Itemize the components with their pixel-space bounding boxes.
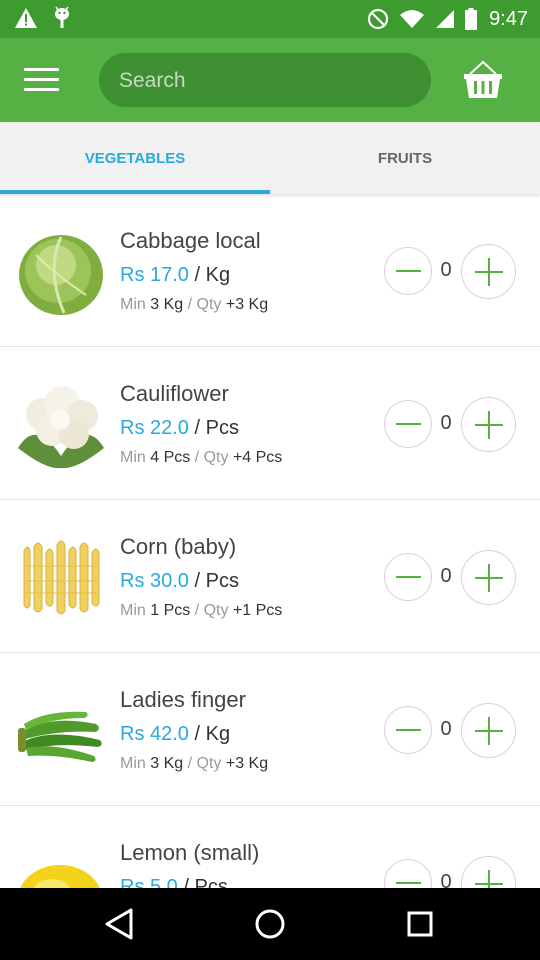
quantity-value: 0: [440, 259, 452, 281]
qty-label: / Qty: [194, 602, 229, 619]
qty-label: / Qty: [187, 296, 222, 313]
minus-icon: [396, 729, 421, 731]
cauliflower-image: [18, 386, 104, 469]
increase-quantity-button[interactable]: [461, 244, 516, 299]
product-min-qty: Min 3 Kg / Qty +3 Kg: [120, 755, 268, 773]
quantity-value: 0: [440, 565, 452, 587]
qty-step: +3 Kg: [225, 296, 269, 313]
basket-icon[interactable]: [462, 60, 504, 100]
product-price: Rs 42.0: [120, 723, 189, 745]
list-item: Corn (baby) Rs 30.0 / Pcs Min 1 Pcs / Qt…: [0, 501, 540, 653]
app-toolbar: [0, 38, 540, 122]
list-item: Ladies finger Rs 42.0 / Kg Min 3 Kg / Qt…: [0, 654, 540, 806]
min-value: 1 Pcs: [150, 602, 191, 619]
product-price: Rs 5.0: [120, 876, 178, 888]
battery-icon: [465, 8, 478, 30]
quantity-value: 0: [440, 718, 452, 740]
active-tab-indicator: [0, 190, 270, 194]
product-unit: / Kg: [194, 723, 231, 745]
product-name: Cauliflower: [120, 381, 229, 406]
product-price-line: Rs 17.0 / Kg: [120, 264, 230, 287]
decrease-quantity-button[interactable]: [384, 553, 432, 601]
tab-fruits[interactable]: FRUITS: [270, 122, 540, 194]
qty-step: +4 Pcs: [232, 449, 283, 466]
qty-step: +1 Pcs: [232, 602, 283, 619]
increase-quantity-button[interactable]: [461, 397, 516, 452]
recents-icon[interactable]: [398, 902, 442, 946]
warning-icon: [15, 8, 37, 28]
product-price-line: Rs 22.0 / Pcs: [120, 417, 239, 440]
product-min-qty: Min 4 Pcs / Qty +4 Pcs: [120, 449, 282, 467]
product-name: Cabbage local: [120, 228, 261, 253]
do-not-disturb-icon: [367, 8, 389, 30]
list-item: Cabbage local Rs 17.0 / Kg Min 3 Kg / Qt…: [0, 195, 540, 347]
product-price: Rs 30.0: [120, 570, 189, 592]
product-name: Corn (baby): [120, 534, 237, 559]
increase-quantity-button[interactable]: [461, 550, 516, 605]
cabbage-image: [19, 235, 103, 315]
product-min-qty: Min 1 Pcs / Qty +1 Pcs: [120, 602, 282, 620]
product-unit: / Pcs: [194, 570, 239, 592]
product-unit: / Pcs: [194, 417, 239, 439]
min-value: 4 Pcs: [150, 449, 191, 466]
clock: 9:47: [489, 8, 528, 30]
list-item: Lemon (small) Rs 5.0 / Pcs 0: [0, 807, 540, 888]
wifi-icon: [400, 10, 425, 28]
minus-icon: [396, 423, 421, 425]
cellular-icon: [436, 10, 455, 28]
qty-label: / Qty: [194, 449, 229, 466]
system-nav-bar: [0, 888, 540, 960]
min-label: Min: [120, 755, 146, 772]
search-input[interactable]: [117, 53, 421, 109]
minus-icon: [396, 882, 421, 884]
increase-quantity-button[interactable]: [461, 856, 516, 888]
min-label: Min: [120, 602, 146, 619]
increase-quantity-button[interactable]: [461, 703, 516, 758]
product-price-line: Rs 30.0 / Pcs: [120, 570, 239, 593]
home-icon[interactable]: [248, 902, 292, 946]
baby-corn-image: [23, 540, 100, 615]
min-label: Min: [120, 449, 146, 466]
lemon-image: [20, 865, 100, 888]
back-icon[interactable]: [98, 902, 142, 946]
min-value: 3 Kg: [150, 755, 184, 772]
minus-icon: [396, 270, 421, 272]
search-bar[interactable]: [99, 53, 431, 109]
decrease-quantity-button[interactable]: [384, 400, 432, 448]
product-list[interactable]: Cabbage local Rs 17.0 / Kg Min 3 Kg / Qt…: [0, 195, 540, 888]
list-item: Cauliflower Rs 22.0 / Pcs Min 4 Pcs / Qt…: [0, 348, 540, 500]
android-icon: [55, 6, 69, 28]
minus-icon: [396, 576, 421, 578]
product-price: Rs 22.0: [120, 417, 189, 439]
decrease-quantity-button[interactable]: [384, 247, 432, 295]
product-unit: / Kg: [194, 264, 231, 286]
product-name: Ladies finger: [120, 687, 246, 712]
product-price-line: Rs 5.0 / Pcs: [120, 876, 228, 888]
qty-step: +3 Kg: [225, 755, 269, 772]
product-min-qty: Min 3 Kg / Qty +3 Kg: [120, 296, 268, 314]
product-price-line: Rs 42.0 / Kg: [120, 723, 230, 746]
product-unit: / Pcs: [183, 876, 228, 888]
category-tabs: VEGETABLES FRUITS: [0, 122, 540, 194]
decrease-quantity-button[interactable]: [384, 706, 432, 754]
product-price: Rs 17.0: [120, 264, 189, 286]
min-label: Min: [120, 296, 146, 313]
min-value: 3 Kg: [150, 296, 184, 313]
qty-label: / Qty: [187, 755, 222, 772]
quantity-value: 0: [440, 871, 452, 888]
quantity-value: 0: [440, 412, 452, 434]
decrease-quantity-button[interactable]: [384, 859, 432, 888]
product-name: Lemon (small): [120, 840, 260, 865]
status-bar: 9:47: [0, 0, 540, 38]
tab-vegetables[interactable]: VEGETABLES: [0, 122, 270, 194]
hamburger-menu-icon[interactable]: [24, 68, 60, 92]
okra-image: [18, 711, 102, 762]
